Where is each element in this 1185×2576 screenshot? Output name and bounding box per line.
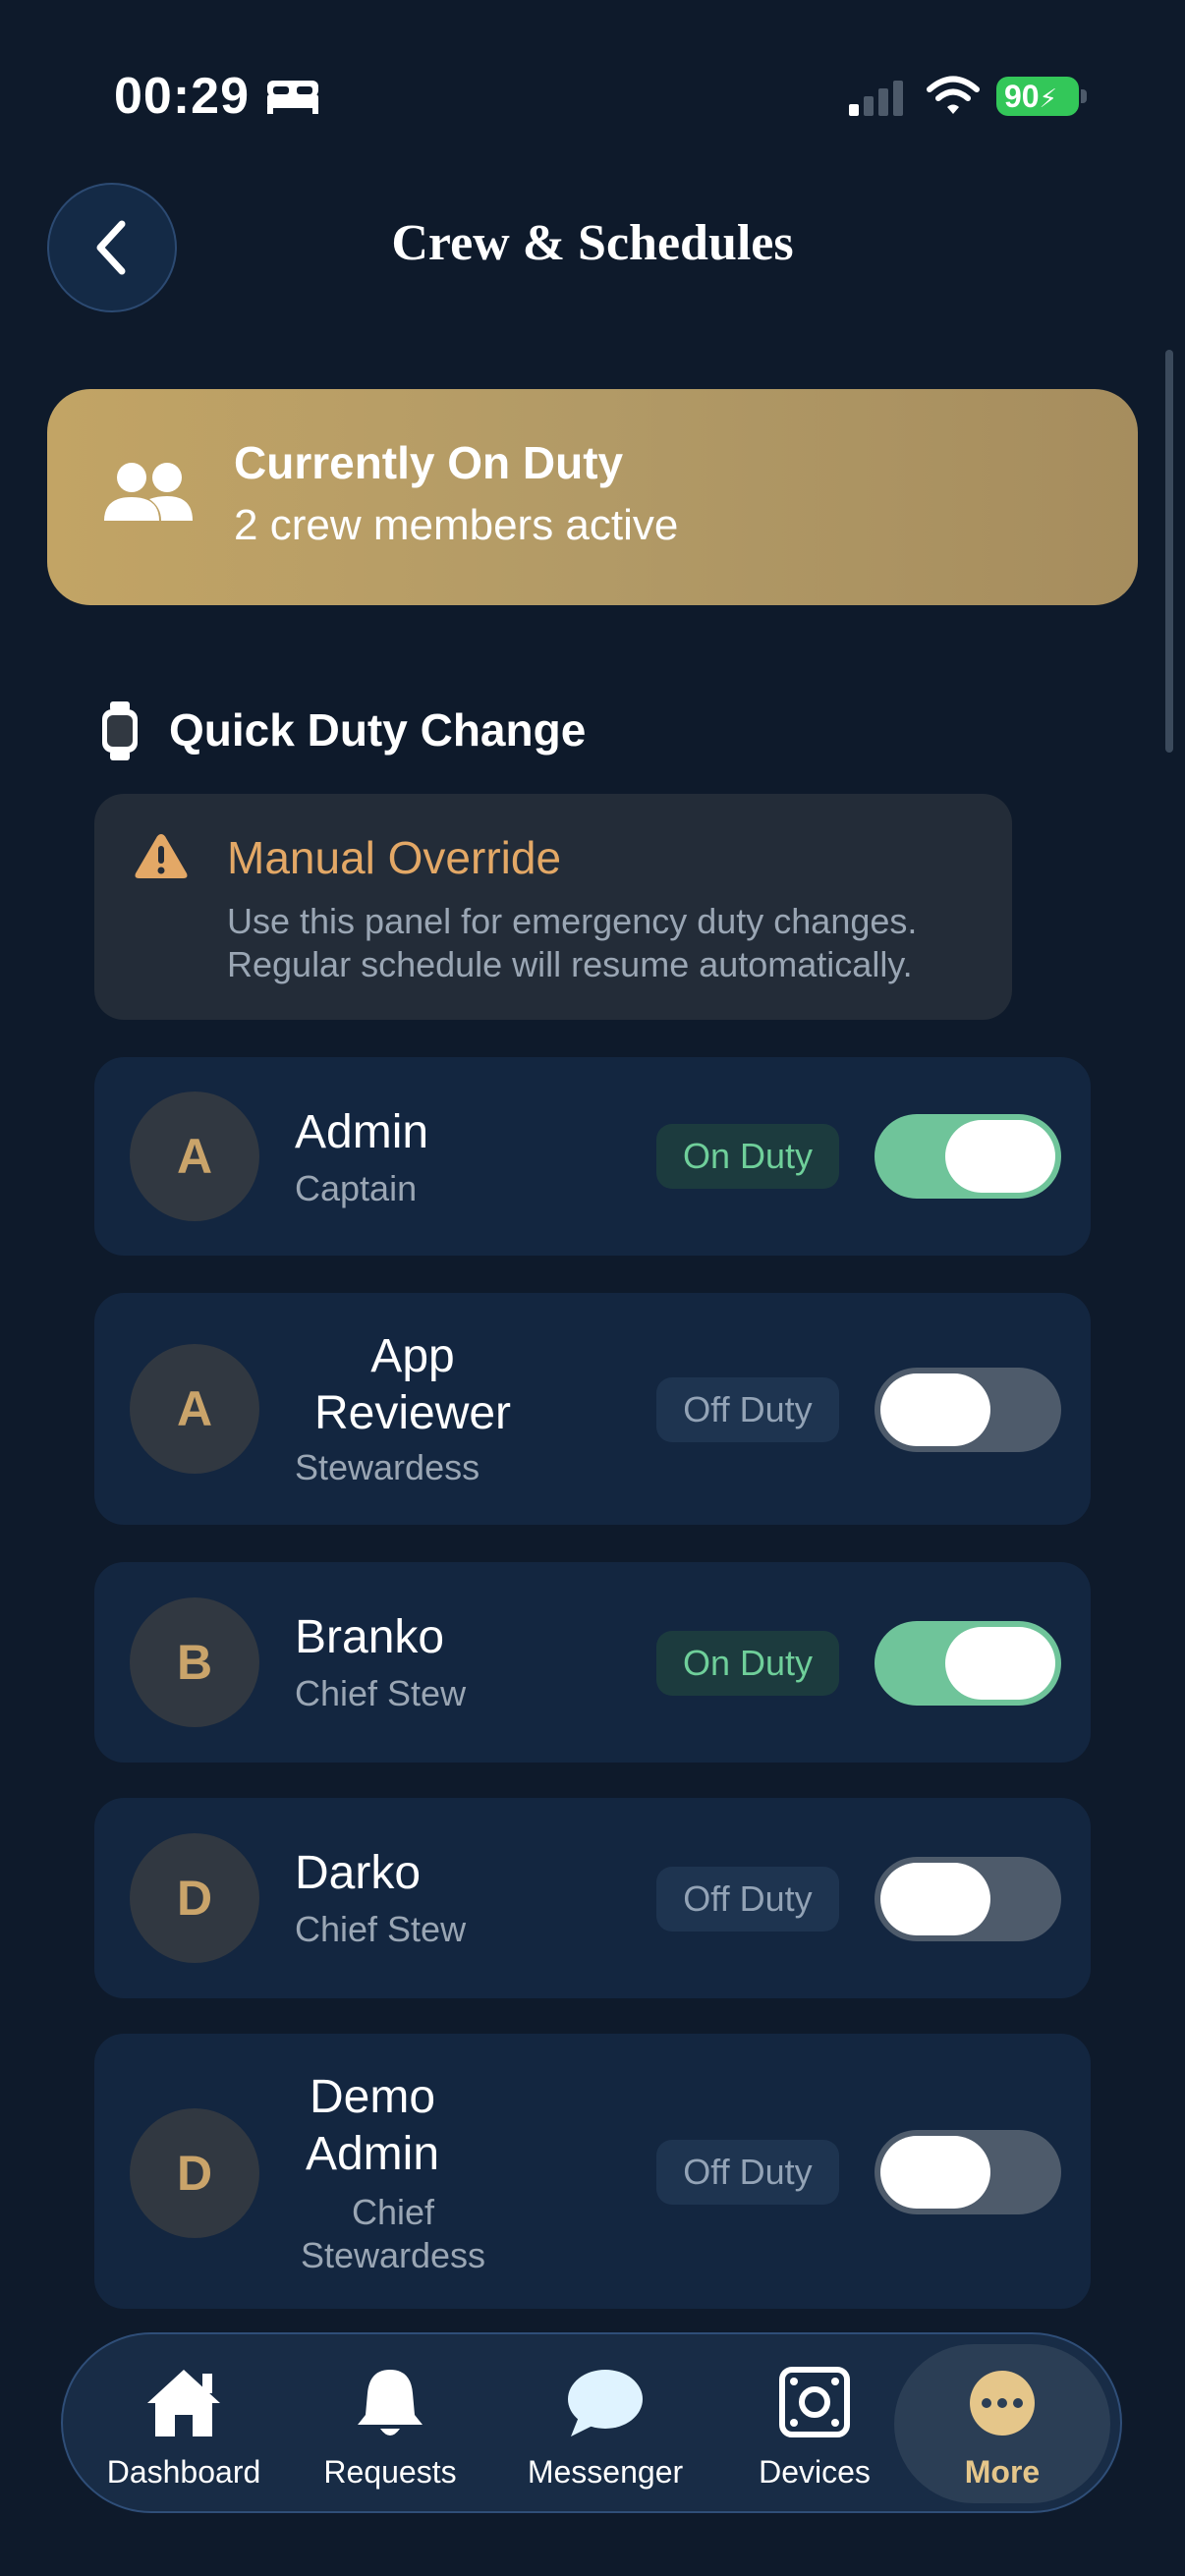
status-badge: On Duty bbox=[656, 1124, 839, 1189]
section-title: Quick Duty Change bbox=[169, 704, 587, 756]
tab-messenger[interactable]: Messenger bbox=[517, 2334, 694, 2515]
tab-dashboard[interactable]: Dashboard bbox=[102, 2334, 265, 2515]
crew-role: Stewardess bbox=[295, 1447, 480, 1487]
crew-name: Branko bbox=[295, 1611, 445, 1663]
cellular-signal-icon bbox=[849, 81, 903, 116]
crew-name: Demo Admin bbox=[305, 2071, 440, 2180]
tab-bar: Dashboard Requests Messenger Devices Mor… bbox=[61, 2332, 1122, 2513]
toggle-knob bbox=[880, 1863, 990, 1935]
status-bar: 00:29 90⚡ bbox=[0, 0, 1185, 187]
banner-subtitle: 2 crew members active bbox=[234, 501, 679, 549]
tab-requests[interactable]: Requests bbox=[309, 2334, 472, 2515]
tab-label: More bbox=[964, 2454, 1041, 2490]
more-icon bbox=[970, 2371, 1035, 2436]
page-title: Crew & Schedules bbox=[391, 215, 794, 271]
tab-label: Requests bbox=[323, 2454, 457, 2490]
bell-icon bbox=[358, 2370, 423, 2436]
banner-title: Currently On Duty bbox=[234, 437, 624, 488]
avatar: D bbox=[130, 2108, 259, 2238]
status-time: 00:29 bbox=[114, 68, 250, 125]
toggle-knob bbox=[880, 1373, 990, 1446]
duty-toggle[interactable] bbox=[875, 1857, 1061, 1941]
duty-toggle[interactable] bbox=[875, 2130, 1061, 2214]
bed-icon bbox=[267, 81, 318, 114]
crew-role: Chief Stew bbox=[295, 1909, 467, 1949]
scroll-indicator[interactable] bbox=[1165, 350, 1173, 753]
duty-toggle[interactable] bbox=[875, 1368, 1061, 1452]
avatar: B bbox=[130, 1597, 259, 1727]
status-badge: Off Duty bbox=[656, 1377, 839, 1442]
crew-card: D Demo Admin Chief Stewardess Off Duty bbox=[94, 2034, 1091, 2309]
chat-bubble-icon bbox=[568, 2370, 643, 2436]
toggle-knob bbox=[945, 1627, 1055, 1700]
device-icon bbox=[779, 2367, 850, 2437]
crew-card: A App Reviewer Stewardess Off Duty bbox=[94, 1293, 1091, 1525]
toggle-knob bbox=[945, 1120, 1055, 1193]
crew-name: App Reviewer bbox=[313, 1330, 512, 1439]
status-badge: Off Duty bbox=[656, 2140, 839, 2205]
override-notice: Manual Override Use this panel for emerg… bbox=[94, 794, 1012, 1020]
crew-role: Chief Stew bbox=[295, 1673, 467, 1713]
wifi-icon bbox=[927, 76, 980, 114]
status-badge: On Duty bbox=[656, 1631, 839, 1696]
people-icon bbox=[104, 463, 193, 521]
avatar: A bbox=[130, 1344, 259, 1474]
crew-card: A Admin Captain On Duty bbox=[94, 1057, 1091, 1256]
override-title: Manual Override bbox=[227, 832, 562, 883]
avatar: D bbox=[130, 1833, 259, 1963]
on-duty-banner[interactable]: Currently On Duty 2 crew members active bbox=[47, 389, 1138, 605]
avatar: A bbox=[130, 1092, 259, 1221]
battery-icon: 90⚡ bbox=[996, 77, 1079, 116]
tab-label: Dashboard bbox=[106, 2454, 261, 2490]
crew-card: B Branko Chief Stew On Duty bbox=[94, 1562, 1091, 1763]
tab-devices[interactable]: Devices bbox=[741, 2334, 888, 2515]
battery-cap bbox=[1081, 89, 1087, 103]
override-text: Use this panel for emergency duty change… bbox=[227, 901, 918, 984]
duty-toggle[interactable] bbox=[875, 1621, 1061, 1706]
crew-card: D Darko Chief Stew Off Duty bbox=[94, 1798, 1091, 1998]
tab-label: Devices bbox=[759, 2454, 871, 2490]
tab-more[interactable]: More bbox=[914, 2334, 1091, 2515]
battery-level: 90 bbox=[1004, 79, 1040, 114]
crew-role: Captain bbox=[295, 1168, 418, 1208]
home-icon bbox=[147, 2370, 220, 2436]
watch-icon bbox=[102, 701, 138, 760]
toggle-knob bbox=[880, 2136, 990, 2209]
tab-label: Messenger bbox=[527, 2454, 684, 2490]
crew-role: Chief Stewardess bbox=[300, 2192, 486, 2275]
crew-name: Darko bbox=[295, 1847, 422, 1899]
duty-toggle[interactable] bbox=[875, 1114, 1061, 1199]
crew-name: Admin bbox=[295, 1106, 429, 1158]
status-badge: Off Duty bbox=[656, 1867, 839, 1932]
warning-icon bbox=[135, 834, 188, 878]
